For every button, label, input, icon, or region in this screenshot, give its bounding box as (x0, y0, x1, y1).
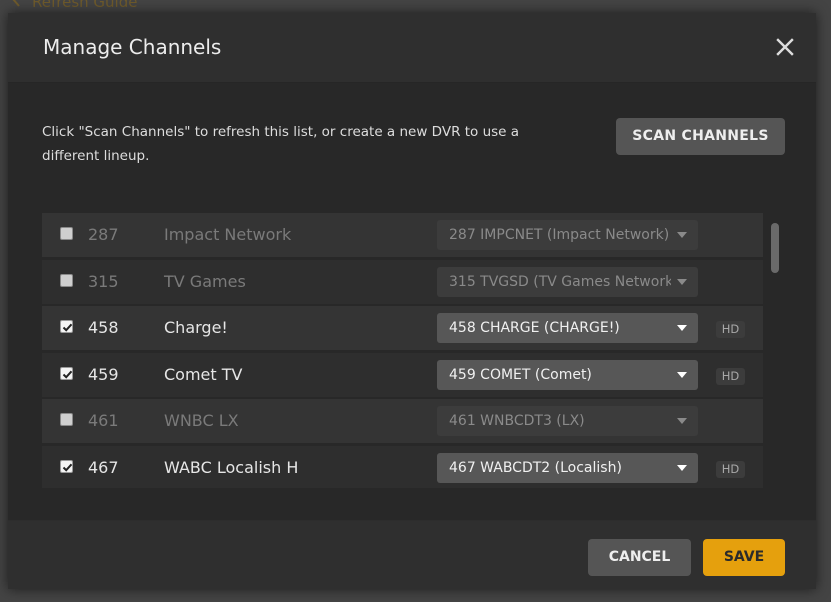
channel-mapping-select[interactable]: 315 TVGSD (TV Games Network (437, 267, 698, 297)
caret-down-icon (677, 418, 687, 424)
channel-list: 287 Impact Network 287 IMPCNET (Impact Net… (42, 213, 763, 488)
caret-down-icon (677, 279, 687, 285)
channel-number: 458 (88, 318, 119, 337)
channel-mapping-select[interactable]: 467 WABCDT2 (Localish) (437, 453, 698, 483)
hd-badge: HD (716, 321, 745, 338)
channel-name: Impact Network (164, 225, 292, 244)
hd-badge: HD (716, 461, 745, 478)
channel-mapping-value: 315 TVGSD (TV Games Network (449, 274, 671, 290)
channel-mapping-value: 287 IMPCNET (Impact Network) (449, 227, 670, 243)
dialog-title: Manage Channels (43, 35, 222, 59)
channel-checkbox[interactable] (60, 227, 73, 240)
hd-badge: HD (716, 368, 745, 385)
channel-mapping-select[interactable]: 287 IMPCNET (Impact Network) (437, 220, 698, 250)
dialog-body: Click "Scan Channels" to refresh this li… (8, 83, 816, 520)
channel-name: WABC Localish H (164, 458, 299, 477)
scan-channels-button[interactable]: SCAN CHANNELS (616, 118, 785, 155)
dialog-header: Manage Channels (8, 13, 816, 83)
channel-mapping-value: 458 CHARGE (CHARGE!) (449, 320, 620, 336)
dialog-footer: CANCEL SAVE (8, 521, 816, 589)
channel-checkbox[interactable] (60, 413, 73, 426)
channel-mapping-select[interactable]: 459 COMET (Comet) (437, 360, 698, 390)
check-icon (62, 463, 73, 472)
channel-row: 315 TV Games 315 TVGSD (TV Games Network (42, 260, 763, 304)
save-button[interactable]: SAVE (703, 539, 785, 576)
caret-down-icon (677, 372, 687, 378)
refresh-guide-link[interactable]: Refresh Guide (10, 0, 137, 11)
channel-mapping-value: 459 COMET (Comet) (449, 367, 592, 383)
manage-channels-dialog: Manage Channels Click "Scan Channels" to… (8, 13, 816, 589)
channel-checkbox-checked[interactable] (60, 320, 73, 333)
caret-down-icon (677, 465, 687, 471)
close-icon (776, 38, 794, 56)
check-icon (62, 370, 73, 379)
caret-down-icon (677, 232, 687, 238)
caret-down-icon (677, 325, 687, 331)
channel-number: 287 (88, 225, 119, 244)
channel-mapping-select[interactable]: 461 WNBCDT3 (LX) (437, 406, 698, 436)
refresh-guide-label: Refresh Guide (32, 0, 138, 11)
channel-row: 458 Charge! 458 CHARGE (CHARGE!) HD (42, 306, 763, 350)
channel-name: Charge! (164, 318, 228, 337)
channel-mapping-select[interactable]: 458 CHARGE (CHARGE!) (437, 313, 698, 343)
channel-mapping-value: 461 WNBCDT3 (LX) (449, 413, 585, 429)
scan-hint-text: Click "Scan Channels" to refresh this li… (42, 124, 520, 164)
channel-list-scrollbar[interactable] (771, 213, 779, 488)
refresh-icon (10, 0, 22, 11)
channel-row: 467 WABC Localish H 467 WABCDT2 (Localish)… (42, 446, 763, 488)
channel-checkbox[interactable] (60, 274, 73, 287)
channel-number: 459 (88, 365, 119, 384)
channel-name: Comet TV (164, 365, 243, 384)
channel-row: 459 Comet TV 459 COMET (Comet) HD (42, 353, 763, 397)
cancel-button[interactable]: CANCEL (588, 539, 691, 576)
scrollbar-thumb[interactable] (771, 223, 779, 273)
channel-row: 461 WNBC LX 461 WNBCDT3 (LX) (42, 399, 763, 443)
close-button[interactable] (773, 35, 797, 59)
channel-name: WNBC LX (164, 411, 239, 430)
check-icon (62, 323, 73, 332)
channel-checkbox-checked[interactable] (60, 460, 73, 473)
channel-number: 461 (88, 411, 119, 430)
channel-number: 315 (88, 272, 119, 291)
channel-name: TV Games (164, 272, 246, 291)
channel-mapping-value: 467 WABCDT2 (Localish) (449, 460, 622, 476)
channel-number: 467 (88, 458, 119, 477)
channel-row: 287 Impact Network 287 IMPCNET (Impact Net… (42, 213, 763, 257)
channel-checkbox-checked[interactable] (60, 367, 73, 380)
